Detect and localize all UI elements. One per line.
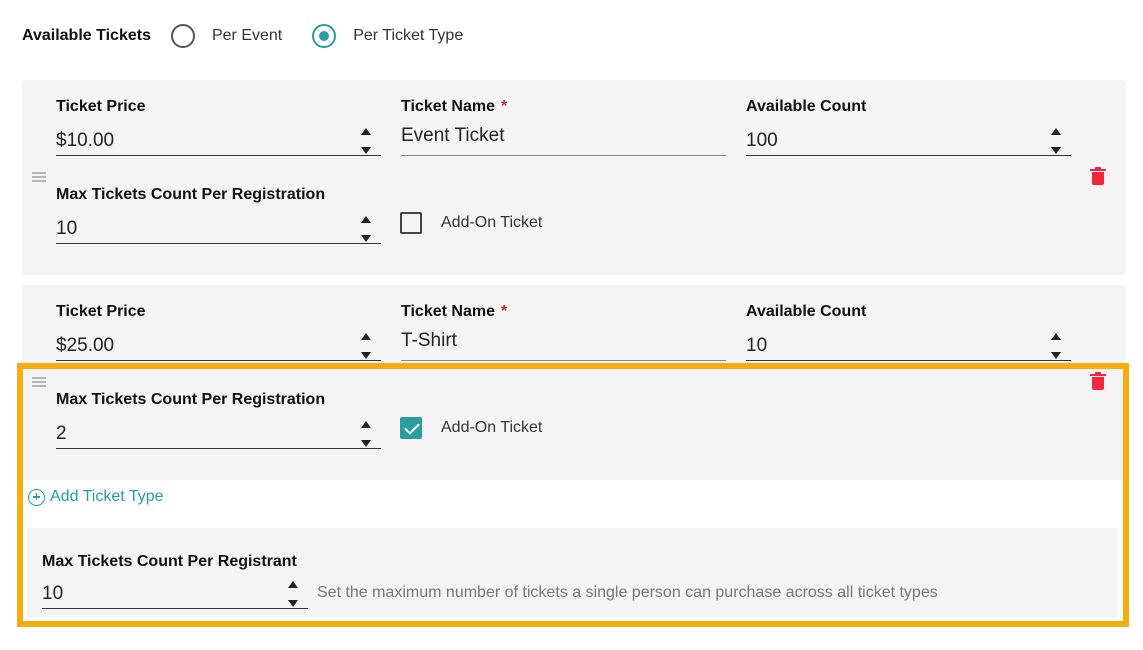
plus-circle-icon[interactable] xyxy=(28,488,45,506)
ticket-name-value: Event Ticket xyxy=(401,125,505,146)
max-per-registrant-field: Max Tickets Count Per Registrant 10 xyxy=(42,553,308,613)
addon-ticket-checkbox[interactable] xyxy=(400,417,422,439)
addon-ticket-checkbox-row[interactable]: Add-On Ticket xyxy=(400,212,542,234)
ticket-price-input[interactable]: $10.00 xyxy=(56,126,381,156)
registrant-limit-helper-text: Set the maximum number of tickets a sing… xyxy=(317,584,938,601)
available-count-stepper[interactable] xyxy=(1051,329,1063,361)
ticket-name-value: T-Shirt xyxy=(401,330,457,351)
available-count-field: Available Count 10 xyxy=(746,303,1071,363)
drag-handle-icon[interactable] xyxy=(32,172,46,182)
max-per-registration-field: Max Tickets Count Per Registration 10 xyxy=(56,186,381,246)
radio-per-event-label[interactable]: Per Event xyxy=(212,27,282,45)
ticket-name-input[interactable]: T-Shirt xyxy=(401,325,726,361)
radio-per-event-circle[interactable] xyxy=(170,24,195,48)
max-per-registration-input[interactable]: 2 xyxy=(56,419,381,449)
max-per-registration-value: 10 xyxy=(56,218,78,239)
available-count-label: Available Count xyxy=(746,98,867,115)
max-per-registration-value: 2 xyxy=(56,423,67,444)
radio-per-event[interactable]: Per Event xyxy=(170,24,282,48)
ticket-price-label: Ticket Price xyxy=(56,303,146,320)
max-per-registration-field: Max Tickets Count Per Registration 2 xyxy=(56,391,381,451)
ticket-price-value: $25.00 xyxy=(56,335,115,356)
ticket-name-field: Ticket Name * T-Shirt xyxy=(401,303,726,363)
available-count-value: 10 xyxy=(746,335,768,356)
radio-per-ticket-type-circle[interactable] xyxy=(312,24,337,48)
max-per-registration-label: Max Tickets Count Per Registration xyxy=(56,391,326,408)
ticket-price-stepper[interactable] xyxy=(361,124,373,156)
max-per-registration-stepper[interactable] xyxy=(361,417,373,449)
drag-handle-icon[interactable] xyxy=(32,377,46,387)
max-per-registrant-value: 10 xyxy=(42,583,64,604)
available-count-field: Available Count 100 xyxy=(746,98,1071,158)
available-count-stepper[interactable] xyxy=(1051,124,1063,156)
ticket-price-field: Ticket Price $10.00 xyxy=(56,98,381,158)
available-count-label: Available Count xyxy=(746,303,867,320)
addon-ticket-checkbox[interactable] xyxy=(400,212,422,234)
max-per-registrant-input[interactable]: 10 xyxy=(42,579,308,609)
ticket-name-label: Ticket Name xyxy=(401,98,495,115)
ticket-name-label: Ticket Name xyxy=(401,303,495,320)
addon-ticket-label[interactable]: Add-On Ticket xyxy=(441,214,542,232)
radio-per-ticket-type-label[interactable]: Per Ticket Type xyxy=(353,27,463,45)
max-per-registrant-label: Max Tickets Count Per Registrant xyxy=(42,553,297,570)
available-tickets-selector: Available Tickets Per Event Per Ticket T… xyxy=(22,22,493,50)
max-per-registration-input[interactable]: 10 xyxy=(56,214,381,244)
add-ticket-type-label[interactable]: Add Ticket Type xyxy=(50,488,164,506)
ticket-price-field: Ticket Price $25.00 xyxy=(56,303,381,363)
max-per-registrant-stepper[interactable] xyxy=(288,577,300,609)
radio-per-ticket-type[interactable]: Per Ticket Type xyxy=(312,24,463,48)
max-per-registration-label: Max Tickets Count Per Registration xyxy=(56,186,326,203)
addon-ticket-label[interactable]: Add-On Ticket xyxy=(441,419,542,437)
ticket-type-card: Ticket Price $25.00 Ticket Name * T-Shirt… xyxy=(22,285,1125,480)
ticket-price-input[interactable]: $25.00 xyxy=(56,331,381,361)
required-asterisk: * xyxy=(500,98,508,115)
delete-trash-icon[interactable] xyxy=(1090,372,1106,390)
ticket-type-card: Ticket Price $10.00 Ticket Name * Event T… xyxy=(22,80,1125,275)
delete-trash-icon[interactable] xyxy=(1090,167,1106,185)
available-count-value: 100 xyxy=(746,130,778,151)
available-count-input[interactable]: 100 xyxy=(746,126,1071,156)
ticket-name-field: Ticket Name * Event Ticket xyxy=(401,98,726,158)
add-ticket-type-button[interactable]: Add Ticket Type xyxy=(28,488,164,506)
required-asterisk: * xyxy=(500,303,508,320)
max-per-registration-stepper[interactable] xyxy=(361,212,373,244)
available-tickets-label: Available Tickets xyxy=(22,27,151,44)
available-count-input[interactable]: 10 xyxy=(746,331,1071,361)
registrant-limit-panel: Max Tickets Count Per Registrant 10 Set … xyxy=(27,528,1117,618)
ticket-price-value: $10.00 xyxy=(56,130,115,151)
ticket-price-stepper[interactable] xyxy=(361,329,373,361)
ticket-price-label: Ticket Price xyxy=(56,98,146,115)
ticket-name-input[interactable]: Event Ticket xyxy=(401,120,726,156)
addon-ticket-checkbox-row[interactable]: Add-On Ticket xyxy=(400,417,542,439)
